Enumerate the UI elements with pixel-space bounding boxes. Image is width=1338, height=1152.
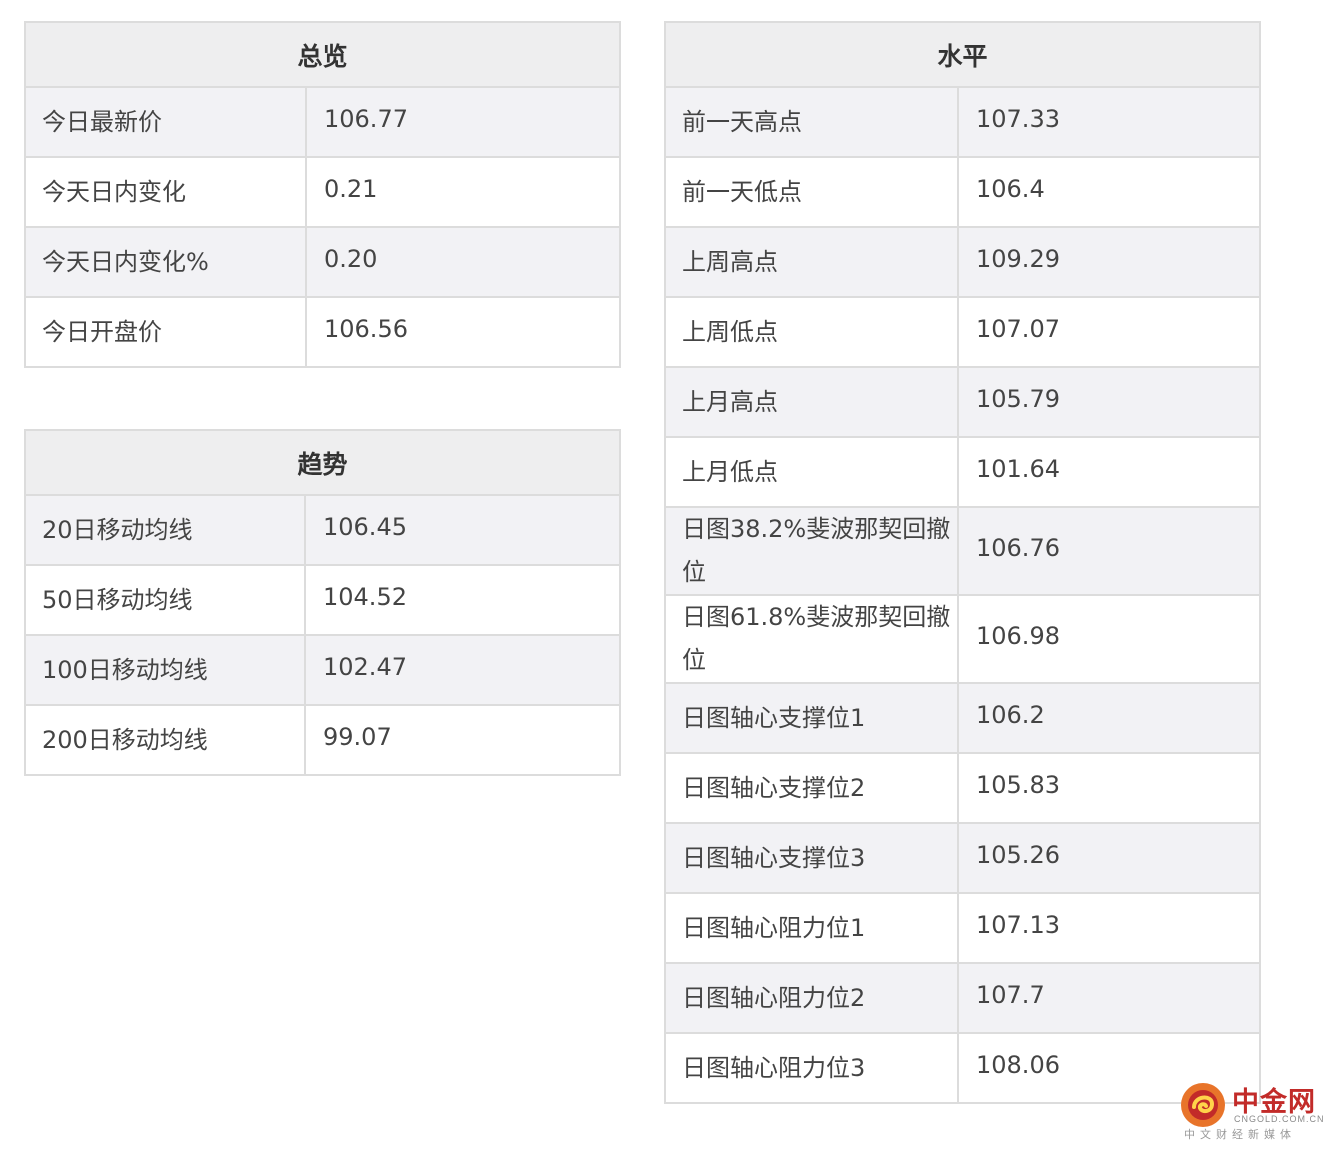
row-label: 上周低点 <box>664 296 959 368</box>
table-row: 今日开盘价 106.56 <box>24 296 621 368</box>
row-value: 107.07 <box>957 296 1261 368</box>
levels-table: 水平 前一天高点 107.33 前一天低点 106.4 上周高点 109.29 … <box>664 21 1261 1104</box>
row-value: 109.29 <box>957 226 1261 298</box>
row-value: 106.76 <box>957 506 1261 596</box>
table-row: 上月低点 101.64 <box>664 436 1261 508</box>
table-row: 日图轴心阻力位3 108.06 <box>664 1032 1261 1104</box>
row-label: 今天日内变化 <box>24 156 307 228</box>
row-value: 105.26 <box>957 822 1261 894</box>
row-value: 106.4 <box>957 156 1261 228</box>
row-label: 前一天低点 <box>664 156 959 228</box>
table-row: 今日最新价 106.77 <box>24 86 621 158</box>
row-label: 上月高点 <box>664 366 959 438</box>
row-label: 日图61.8%斐波那契回撤位 <box>664 594 959 684</box>
row-value: 105.79 <box>957 366 1261 438</box>
row-value: 0.20 <box>305 226 621 298</box>
row-label: 100日移动均线 <box>24 634 306 706</box>
trend-table: 趋势 20日移动均线 106.45 50日移动均线 104.52 100日移动均… <box>24 429 621 776</box>
table-row: 200日移动均线 99.07 <box>24 704 621 776</box>
table-row: 日图38.2%斐波那契回撤位 106.76 <box>664 506 1261 596</box>
row-label: 20日移动均线 <box>24 494 306 566</box>
row-value: 107.7 <box>957 962 1261 1034</box>
table-row: 上周低点 107.07 <box>664 296 1261 368</box>
row-label: 今日开盘价 <box>24 296 307 368</box>
row-label: 前一天高点 <box>664 86 959 158</box>
row-value: 104.52 <box>304 564 621 636</box>
watermark-slogan: 中文财经新媒体 <box>1184 1128 1296 1141</box>
row-label: 今日最新价 <box>24 86 307 158</box>
levels-title: 水平 <box>664 21 1261 88</box>
row-label: 日图轴心支撑位1 <box>664 682 959 754</box>
table-row: 日图轴心支撑位3 105.26 <box>664 822 1261 894</box>
row-value: 106.77 <box>305 86 621 158</box>
row-label: 上周高点 <box>664 226 959 298</box>
table-row: 上周高点 109.29 <box>664 226 1261 298</box>
table-row: 日图轴心支撑位1 106.2 <box>664 682 1261 754</box>
row-label: 日图轴心支撑位2 <box>664 752 959 824</box>
table-row: 100日移动均线 102.47 <box>24 634 621 706</box>
row-value: 101.64 <box>957 436 1261 508</box>
table-row: 日图61.8%斐波那契回撤位 106.98 <box>664 594 1261 684</box>
row-label: 日图38.2%斐波那契回撤位 <box>664 506 959 596</box>
row-label: 日图轴心支撑位3 <box>664 822 959 894</box>
table-row: 日图轴心阻力位2 107.7 <box>664 962 1261 1034</box>
row-value: 107.33 <box>957 86 1261 158</box>
row-value: 106.45 <box>304 494 621 566</box>
row-value: 107.13 <box>957 892 1261 964</box>
row-label: 50日移动均线 <box>24 564 306 636</box>
table-row: 上月高点 105.79 <box>664 366 1261 438</box>
row-label: 200日移动均线 <box>24 704 306 776</box>
overview-table: 总览 今日最新价 106.77 今天日内变化 0.21 今天日内变化% 0.20… <box>24 21 621 368</box>
row-value: 106.98 <box>957 594 1261 684</box>
table-row: 前一天高点 107.33 <box>664 86 1261 158</box>
table-row: 日图轴心支撑位2 105.83 <box>664 752 1261 824</box>
row-label: 日图轴心阻力位1 <box>664 892 959 964</box>
row-value: 0.21 <box>305 156 621 228</box>
table-row: 50日移动均线 104.52 <box>24 564 621 636</box>
row-value: 106.2 <box>957 682 1261 754</box>
row-value: 99.07 <box>304 704 621 776</box>
overview-title: 总览 <box>24 21 621 88</box>
cngold-logo-icon <box>1181 1083 1225 1127</box>
table-row: 20日移动均线 106.45 <box>24 494 621 566</box>
row-label: 上月低点 <box>664 436 959 508</box>
cngold-watermark: 中金网 CNGOLD.COM.CN 中文财经新媒体 <box>1180 1080 1330 1144</box>
table-row: 今天日内变化% 0.20 <box>24 226 621 298</box>
watermark-domain: CNGOLD.COM.CN <box>1234 1114 1325 1124</box>
table-row: 前一天低点 106.4 <box>664 156 1261 228</box>
row-label: 日图轴心阻力位3 <box>664 1032 959 1104</box>
row-label: 日图轴心阻力位2 <box>664 962 959 1034</box>
row-label: 今天日内变化% <box>24 226 307 298</box>
trend-title: 趋势 <box>24 429 621 496</box>
row-value: 105.83 <box>957 752 1261 824</box>
row-value: 102.47 <box>304 634 621 706</box>
table-row: 日图轴心阻力位1 107.13 <box>664 892 1261 964</box>
row-value: 106.56 <box>305 296 621 368</box>
table-row: 今天日内变化 0.21 <box>24 156 621 228</box>
